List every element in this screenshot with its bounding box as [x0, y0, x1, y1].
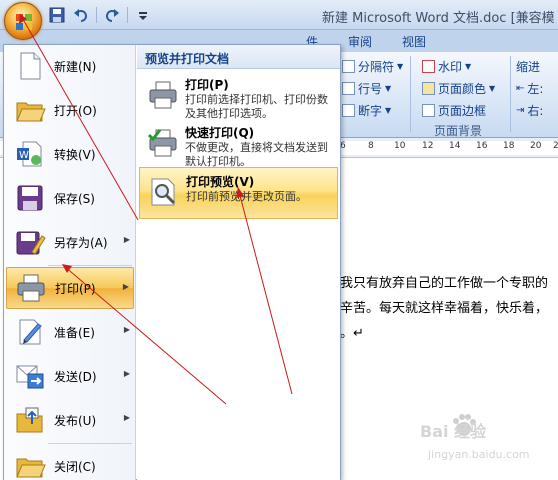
hyphenation-icon: [342, 104, 355, 117]
office-logo-icon: [16, 14, 32, 30]
group-separator: [510, 56, 511, 132]
printer-icon: [17, 274, 45, 302]
window-title: 新建 Microsoft Word 文档.doc [兼容模: [322, 11, 555, 26]
submenu-arrow-icon: ▶: [123, 325, 130, 334]
ruler-number: 12: [422, 141, 434, 151]
line-numbers-icon: [342, 82, 355, 95]
submenu-item-description: 打印前选择打印机、打印份数及其他打印选项。: [185, 93, 328, 120]
page-color-button[interactable]: 页面颜色 ▼: [422, 80, 495, 97]
menu-item-new[interactable]: 新建(N): [6, 45, 134, 87]
menu-item-publish[interactable]: 发布(U) ▶: [6, 399, 134, 441]
submenu-arrow-icon: ▶: [123, 369, 130, 378]
svg-text:W: W: [19, 150, 29, 161]
submenu-item-print[interactable]: 打印(P) 打印前选择打印机、打印份数及其他打印选项。: [139, 71, 338, 123]
indent-right-field[interactable]: ⇥ 右:: [516, 102, 543, 119]
publish-icon: [16, 407, 43, 433]
menu-item-prepare[interactable]: 准备(E) ▶: [6, 311, 134, 353]
watermark-icon: [422, 60, 435, 73]
submenu-item-print-preview[interactable]: 打印预览(V) 打印前预览并更改页面。: [139, 167, 338, 219]
convert-icon: W: [17, 141, 42, 167]
ruler-number: 22: [553, 141, 558, 151]
submenu-arrow-icon: ▶: [122, 282, 129, 291]
office-menu-commands: 新建(N) 打开(O) W 转换(V) 保存(S) 另存为(A) ▶ 打印(P)…: [4, 45, 136, 480]
submenu-item-title: 快速打印(Q): [185, 126, 255, 140]
ruler-number: 8: [368, 141, 374, 151]
watermark-brand: Bai 经验: [420, 422, 487, 441]
document-text-line: 。↵: [340, 326, 364, 341]
customize-icon[interactable]: [134, 6, 152, 24]
save-as-icon: [16, 231, 46, 255]
indent-label: 缩进: [516, 60, 541, 74]
indent-left-field[interactable]: ⇤ 左:: [516, 80, 543, 97]
close-folder-icon: [16, 458, 46, 478]
group-label-page-background: 页面背景: [434, 124, 483, 138]
ruler-number: 14: [449, 141, 461, 151]
group-separator: [410, 56, 411, 132]
submenu-arrow-icon: ▶: [123, 235, 130, 244]
printer-icon: [149, 81, 177, 109]
menu-separator: [48, 443, 132, 444]
columns-button[interactable]: 分隔符 ▼: [342, 58, 403, 75]
save-icon: [17, 185, 43, 211]
redo-icon[interactable]: [103, 6, 121, 24]
ruler-number: 20: [530, 141, 542, 151]
ruler-number: 10: [394, 141, 406, 151]
site-watermark: Bai 经验 jingyan.baidu.com: [398, 408, 558, 470]
toolbar-separator: [127, 7, 128, 23]
indent-right-icon: ⇥: [516, 105, 525, 116]
menu-item-open[interactable]: 打开(O): [6, 89, 134, 131]
menu-item-send[interactable]: 发送(D) ▶: [6, 355, 134, 397]
undo-icon[interactable]: [72, 6, 90, 24]
watermark-button[interactable]: 水印 ▼: [422, 58, 471, 75]
save-icon[interactable]: [48, 6, 66, 24]
submenu-arrow-icon: ▶: [123, 413, 130, 422]
menu-item-close[interactable]: 关闭(C): [6, 445, 134, 480]
menu-separator: [48, 265, 132, 266]
print-preview-icon: [151, 178, 176, 206]
quick-access-toolbar: [48, 5, 152, 25]
document-text-line: 辛苦。每天就这样幸福着，快乐着，: [340, 301, 549, 316]
watermark-url: jingyan.baidu.com: [428, 448, 530, 461]
document-text-line: 我只有放弃自己的工作做一个专职的: [340, 276, 549, 291]
office-button[interactable]: [4, 2, 42, 40]
submenu-item-description: 不做更改，直接将文档发送到默认打印机。: [185, 141, 328, 168]
prepare-icon: [19, 319, 42, 345]
submenu-item-title: 打印(P): [185, 78, 229, 92]
office-menu: 新建(N) 打开(O) W 转换(V) 保存(S) 另存为(A) ▶ 打印(P)…: [3, 44, 341, 480]
submenu-item-quick-print[interactable]: 快速打印(Q) 不做更改，直接将文档发送到默认打印机。: [139, 119, 338, 171]
submenu-header: 预览并打印文档: [137, 45, 340, 69]
toolbar-separator: [96, 7, 97, 23]
ruler-number: 18: [503, 141, 515, 151]
page-borders-icon: [422, 104, 435, 117]
new-document-icon: [20, 52, 41, 80]
open-folder-icon: [16, 102, 46, 122]
submenu-item-description: 打印前预览并更改页面。: [186, 190, 307, 203]
print-submenu: 预览并打印文档 打印(P) 打印前选择打印机、打印份数及其他打印选项。 快速打印…: [137, 45, 340, 480]
hyphenation-button[interactable]: 断字 ▼: [342, 102, 391, 119]
tab-review[interactable]: 审阅: [348, 33, 372, 50]
indent-left-icon: ⇤: [516, 83, 525, 94]
line-numbers-button[interactable]: 行号 ▼: [342, 80, 391, 97]
tab-view[interactable]: 视图: [402, 33, 426, 50]
title-bar: 新建 Microsoft Word 文档.doc [兼容模: [0, 0, 558, 30]
submenu-item-title: 打印预览(V): [186, 175, 255, 189]
columns-icon: [342, 60, 355, 73]
ruler-number: 16: [476, 141, 488, 151]
quick-print-icon: [147, 129, 177, 157]
menu-item-save-as[interactable]: 另存为(A) ▶: [6, 221, 134, 263]
menu-item-convert[interactable]: W 转换(V): [6, 133, 134, 175]
send-icon: [16, 365, 44, 389]
page-borders-button[interactable]: 页面边框: [422, 102, 486, 119]
menu-item-print[interactable]: 打印(P) ▶: [6, 267, 134, 309]
menu-item-save[interactable]: 保存(S): [6, 177, 134, 219]
page-color-icon: [422, 82, 435, 95]
